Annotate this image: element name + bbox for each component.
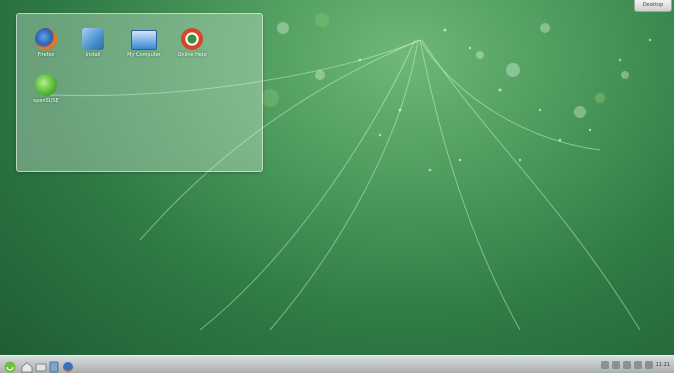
desktop-icon-my-computer[interactable]: My Computer: [118, 28, 170, 58]
desktop-icon-label: openSUSE: [33, 98, 59, 104]
desktop-icon-label: Firefox: [37, 52, 55, 58]
desktop-icon-install[interactable]: Install: [67, 28, 119, 58]
home-folder-icon[interactable]: [21, 358, 33, 373]
dashboard-button[interactable]: Desktop: [634, 0, 672, 12]
volume-icon[interactable]: [611, 360, 620, 369]
install-icon: [82, 28, 104, 50]
firefox-icon: [35, 28, 57, 50]
kickoff-launcher-icon[interactable]: [4, 358, 16, 373]
updater-icon[interactable]: [644, 360, 653, 369]
system-tray: 11:21: [600, 359, 670, 370]
taskbar: 11:21: [0, 355, 674, 373]
opensuse-icon: [35, 74, 57, 96]
clock[interactable]: 11:21: [656, 362, 670, 368]
desktop-icon-label: Install: [85, 52, 101, 58]
desktop-icon-firefox[interactable]: Firefox: [20, 28, 72, 58]
notes-icon[interactable]: [48, 358, 60, 373]
network-icon[interactable]: [600, 360, 609, 369]
battery-icon[interactable]: [622, 360, 631, 369]
lifebuoy-icon: [181, 28, 203, 50]
desktop-icon-label: Online Help: [177, 52, 207, 58]
desktop-icon-online-help[interactable]: Online Help: [166, 28, 218, 58]
desktop-icon-label: My Computer: [127, 52, 161, 58]
clipboard-icon[interactable]: [633, 360, 642, 369]
computer-icon: [131, 30, 157, 50]
desktop-screen: Desktop Firefox Install My Computer Onli…: [0, 0, 674, 373]
desktop-folder-view: Firefox Install My Computer Online Help …: [16, 13, 263, 172]
file-manager-icon[interactable]: [35, 358, 47, 372]
firefox-icon[interactable]: [62, 358, 74, 373]
desktop-icon-opensuse[interactable]: openSUSE: [20, 74, 72, 104]
